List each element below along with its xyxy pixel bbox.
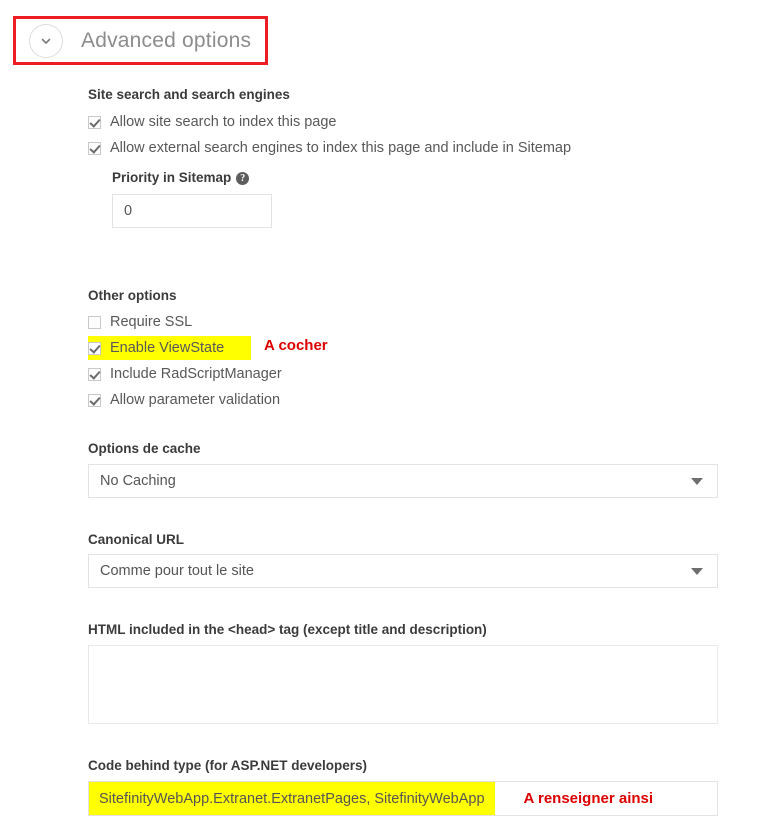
priority-in-sitemap-value: 0	[124, 203, 133, 219]
annotation-a-renseigner-ainsi: A renseigner ainsi	[523, 790, 654, 807]
checkbox-row-allow-external-search[interactable]: Allow external search engines to index t…	[88, 137, 571, 159]
priority-in-sitemap-input[interactable]: 0	[112, 194, 272, 228]
checkbox-label: Include RadScriptManager	[110, 366, 282, 382]
priority-in-sitemap-label: Priority in Sitemap?	[112, 170, 250, 185]
code-behind-input[interactable]: SitefinityWebApp.Extranet.ExtranetPages,…	[88, 781, 718, 816]
checkbox-row-enable-viewstate[interactable]: Enable ViewState	[88, 336, 251, 360]
head-html-label: HTML included in the <head> tag (except …	[88, 622, 487, 637]
checkbox-label: Allow parameter validation	[110, 392, 281, 408]
cache-options-label: Options de cache	[88, 441, 201, 456]
annotation-a-cocher: A cocher	[264, 337, 328, 354]
checkbox-label: Allow external search engines to index t…	[110, 140, 572, 156]
code-behind-value: SitefinityWebApp.Extranet.ExtranetPages,…	[89, 782, 495, 815]
priority-in-sitemap-text: Priority in Sitemap	[112, 170, 232, 185]
checkbox-label: Allow site search to index this page	[110, 114, 337, 130]
checkbox-allow-parameter-validation[interactable]	[88, 393, 101, 407]
checkbox-allow-external-search[interactable]	[88, 141, 101, 155]
code-behind-label: Code behind type (for ASP.NET developers…	[88, 758, 368, 773]
page-title: Advanced options	[81, 28, 252, 52]
caret-down-icon[interactable]	[691, 567, 703, 575]
checkbox-require-ssl[interactable]	[88, 315, 101, 329]
site-search-heading: Site search and search engines	[88, 87, 290, 102]
checkbox-row-allow-parameter-validation[interactable]: Allow parameter validation	[88, 389, 280, 411]
chevron-down-icon[interactable]	[29, 23, 63, 58]
head-html-textarea[interactable]	[88, 645, 718, 724]
help-circle-icon[interactable]: ?	[236, 172, 250, 185]
advanced-options-highlight-box: Advanced options	[13, 16, 268, 65]
checkbox-row-allow-site-search[interactable]: Allow site search to index this page	[88, 111, 337, 133]
checkbox-label: Enable ViewState	[110, 340, 225, 356]
checkbox-row-require-ssl[interactable]: Require SSL	[88, 311, 192, 333]
checkbox-enable-viewstate[interactable]	[88, 341, 101, 355]
canonical-url-dropdown[interactable]: Comme pour tout le site	[88, 554, 718, 588]
caret-down-icon[interactable]	[691, 477, 703, 485]
checkbox-allow-site-search[interactable]	[88, 115, 101, 129]
cache-options-dropdown[interactable]: No Caching	[88, 464, 718, 498]
checkbox-row-include-radscriptmanager[interactable]: Include RadScriptManager	[88, 363, 282, 385]
canonical-url-value: Comme pour tout le site	[100, 563, 254, 579]
canonical-url-label: Canonical URL	[88, 532, 185, 547]
checkbox-include-radscriptmanager[interactable]	[88, 367, 101, 381]
advanced-options-header[interactable]: Advanced options	[16, 19, 265, 62]
other-options-heading: Other options	[88, 288, 177, 303]
checkbox-label: Require SSL	[110, 314, 193, 330]
cache-options-value: No Caching	[100, 473, 176, 489]
